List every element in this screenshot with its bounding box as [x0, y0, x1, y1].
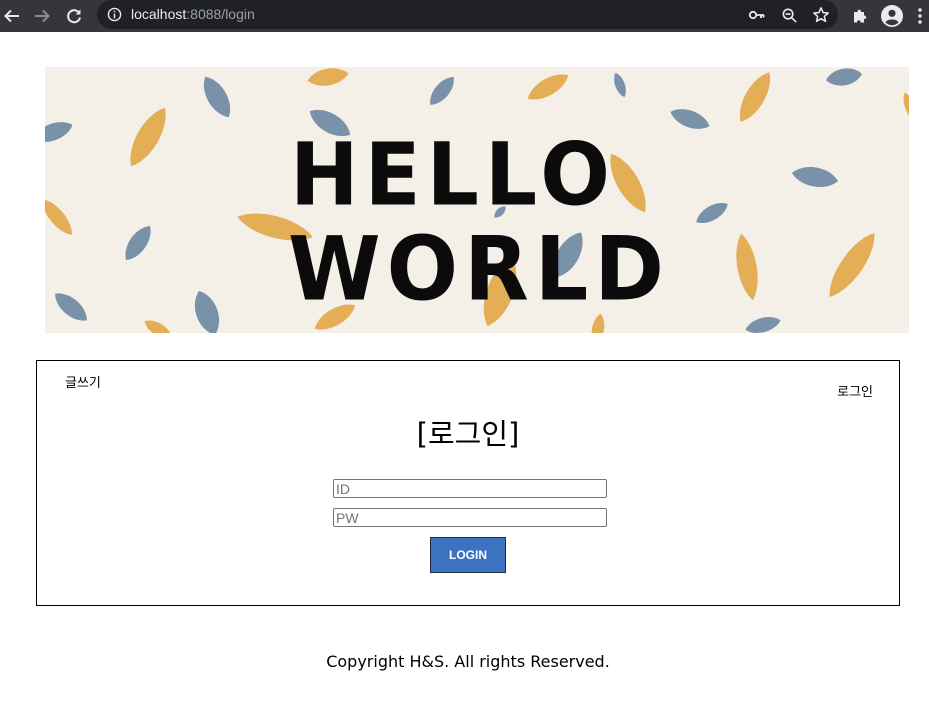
kebab-menu-icon: [918, 8, 922, 24]
login-button[interactable]: LOGIN: [430, 537, 506, 573]
hero-banner: HELLO WORLD: [45, 67, 909, 333]
zoom-out-icon: [782, 8, 797, 23]
bookmark-button[interactable]: [811, 5, 831, 25]
id-input[interactable]: [333, 479, 607, 498]
menu-button[interactable]: [912, 4, 928, 28]
password-input[interactable]: [333, 508, 607, 527]
reload-icon: [67, 9, 81, 24]
reload-button[interactable]: [62, 4, 86, 28]
banner-heading-line2: WORLD: [288, 217, 670, 321]
write-post-link[interactable]: 글쓰기: [65, 372, 101, 391]
url-host: localhost: [131, 6, 187, 22]
extensions-button[interactable]: [848, 4, 872, 28]
zoom-button[interactable]: [779, 5, 799, 25]
arrow-right-icon: [35, 9, 50, 23]
address-bar[interactable]: localhost:8088/login: [97, 0, 838, 29]
login-container: 글쓰기 로그인 [로그인] LOGIN: [36, 360, 900, 606]
banner-heading-line1: HELLO: [290, 125, 616, 226]
login-link[interactable]: 로그인: [837, 381, 873, 400]
profile-button[interactable]: [880, 4, 904, 28]
forward-button[interactable]: [30, 4, 54, 28]
login-title: [로그인]: [416, 417, 520, 451]
arrow-left-icon: [4, 9, 19, 23]
url-text[interactable]: localhost:8088/login: [131, 6, 255, 22]
info-icon[interactable]: [107, 7, 122, 22]
password-key-button[interactable]: [747, 5, 767, 25]
star-icon: [813, 7, 829, 23]
key-icon: [748, 10, 765, 20]
footer-copyright: Copyright H&S. All rights Reserved.: [326, 652, 610, 671]
browser-toolbar: localhost:8088/login: [0, 0, 929, 32]
url-path: :8088/login: [186, 6, 255, 22]
avatar-icon: [881, 5, 903, 27]
back-button[interactable]: [0, 4, 24, 28]
puzzle-icon: [854, 9, 867, 23]
